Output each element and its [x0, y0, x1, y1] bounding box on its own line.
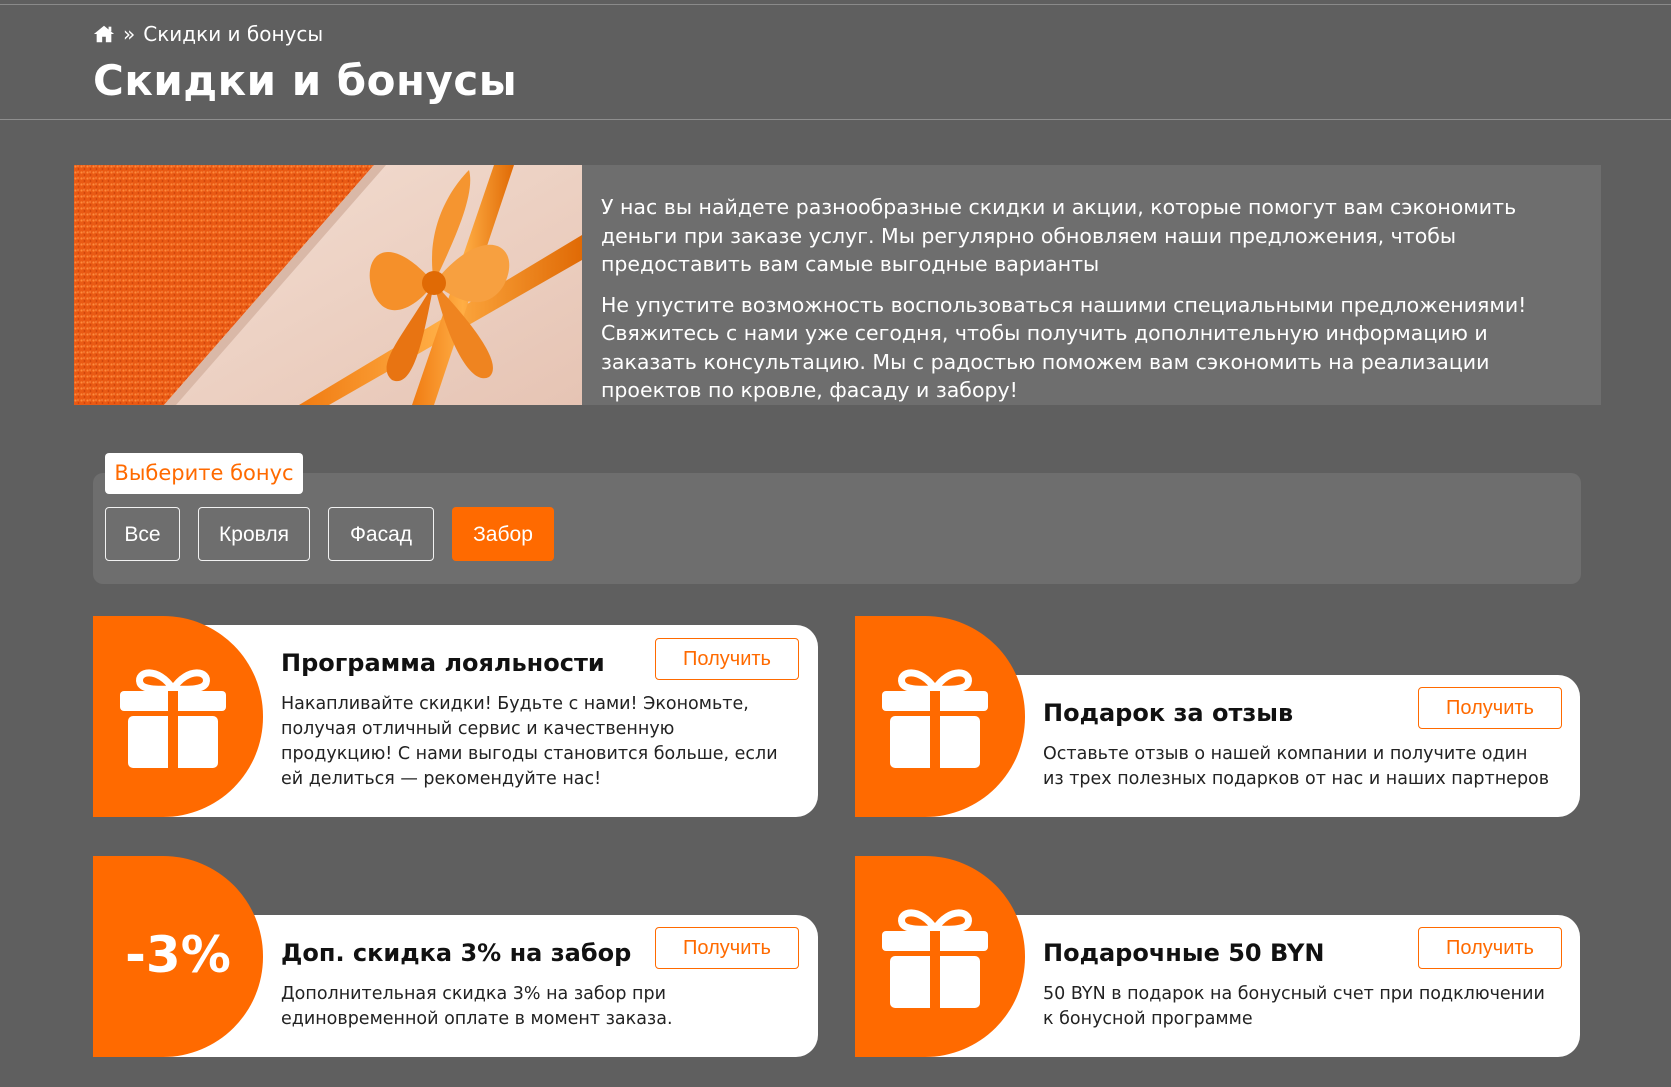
card-description: Дополнительная скидка 3% на забор при ед… — [281, 984, 673, 1029]
breadcrumb: » Скидки и бонусы — [93, 20, 323, 48]
breadcrumb-current: Скидки и бонусы — [143, 22, 324, 46]
card-description: Оставьте отзыв о нашей компании и получи… — [1043, 744, 1550, 789]
card-title: Доп. скидка 3% на забор — [281, 939, 632, 967]
gift-icon — [882, 909, 988, 1011]
intro-banner: У нас вы найдете разнообразные скидки и … — [74, 165, 1601, 405]
banner-paragraph: Не упустите возможность воспользоваться … — [601, 292, 1527, 403]
card-title: Программа лояльности — [281, 649, 605, 677]
filter-label: Выберите бонус — [105, 453, 303, 494]
card-description: Накапливайте скидки! Будьте с нами! Экон… — [281, 694, 778, 789]
gift-box-image — [74, 165, 582, 405]
filter-button-fence[interactable]: Забор — [452, 507, 554, 561]
get-bonus-button[interactable]: Получить — [655, 638, 799, 680]
card-description: 50 BYN в подарок на бонусный счет при по… — [1043, 984, 1545, 1029]
get-bonus-button[interactable]: Получить — [1418, 927, 1562, 969]
header-divider — [0, 119, 1671, 120]
filter-button-all[interactable]: Все — [105, 507, 180, 561]
discount-percent-badge: -3% — [125, 926, 231, 984]
card-title: Подарок за отзыв — [1043, 699, 1294, 727]
banner-paragraph: У нас вы найдете разнообразные скидки и … — [601, 195, 1517, 276]
page-title: Скидки и бонусы — [93, 56, 518, 105]
filter-button-roof[interactable]: Кровля — [198, 507, 310, 561]
gift-icon — [882, 669, 988, 771]
breadcrumb-separator: » — [123, 22, 136, 46]
get-bonus-button[interactable]: Получить — [1418, 687, 1562, 729]
get-bonus-button[interactable]: Получить — [655, 927, 799, 969]
gift-icon — [120, 669, 226, 771]
filter-button-facade[interactable]: Фасад — [328, 507, 434, 561]
bonus-filter-panel — [93, 473, 1581, 584]
card-title: Подарочные 50 BYN — [1043, 939, 1325, 967]
home-icon[interactable] — [93, 24, 115, 44]
top-border — [0, 4, 1671, 5]
